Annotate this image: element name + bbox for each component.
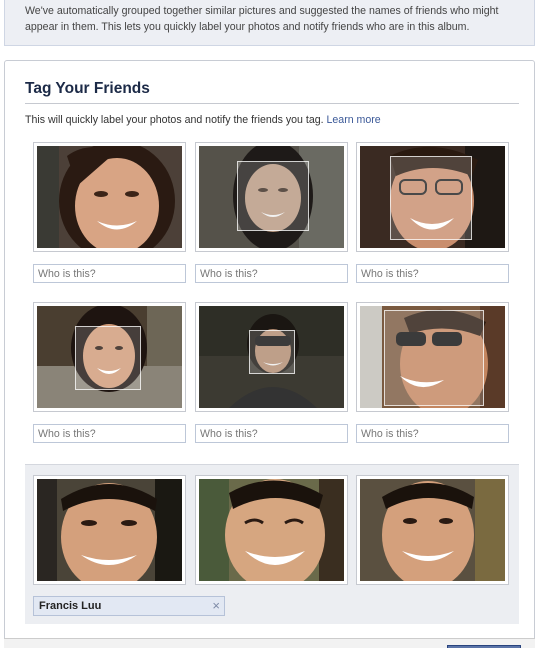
intro-line-2: appear in them. This lets you quickly la… [25,21,470,33]
face-highlight-box [390,156,472,240]
face-thumbnail-4[interactable] [33,302,186,412]
face-thumbnail-6[interactable] [356,302,509,412]
learn-more-link[interactable]: Learn more [327,114,381,126]
face-photo-1 [37,146,182,248]
face-thumbnail-2[interactable] [195,142,348,252]
group-photo-2 [199,479,344,581]
group-thumbnail-3[interactable] [356,475,509,585]
face-highlight-box [384,310,484,406]
group-photo-1 [37,479,182,581]
subtitle-text: This will quickly label your photos and … [25,114,324,126]
face-highlight-box [75,326,141,390]
face-highlight-box [249,330,295,374]
panel-subtitle: This will quickly label your photos and … [25,114,381,126]
name-tag-text: Francis Luu [39,600,102,612]
who-is-this-input-1[interactable]: Who is this? [33,264,186,283]
group-thumbnail-2[interactable] [195,475,348,585]
who-is-this-input-2[interactable]: Who is this? [195,264,348,283]
title-divider [25,103,519,104]
face-thumbnail-5[interactable] [195,302,348,412]
panel-title: Tag Your Friends [25,80,150,97]
who-is-this-input-3[interactable]: Who is this? [356,264,509,283]
face-thumbnail-3[interactable] [356,142,509,252]
face-highlight-box [237,161,309,231]
group-photo-3 [360,479,505,581]
who-is-this-input-6[interactable]: Who is this? [356,424,509,443]
group-thumbnail-1[interactable] [33,475,186,585]
suggested-group: Francis Luu × [25,464,519,624]
face-thumbnail-1[interactable] [33,142,186,252]
name-tag-input[interactable]: Francis Luu × [33,596,225,616]
who-is-this-input-4[interactable]: Who is this? [33,424,186,443]
who-is-this-input-5[interactable]: Who is this? [195,424,348,443]
tag-friends-panel: Tag Your Friends This will quickly label… [4,60,535,648]
close-icon[interactable]: × [212,598,220,613]
intro-notice: We've automatically grouped together sim… [4,0,535,46]
intro-line-1: We've automatically grouped together sim… [25,5,499,17]
